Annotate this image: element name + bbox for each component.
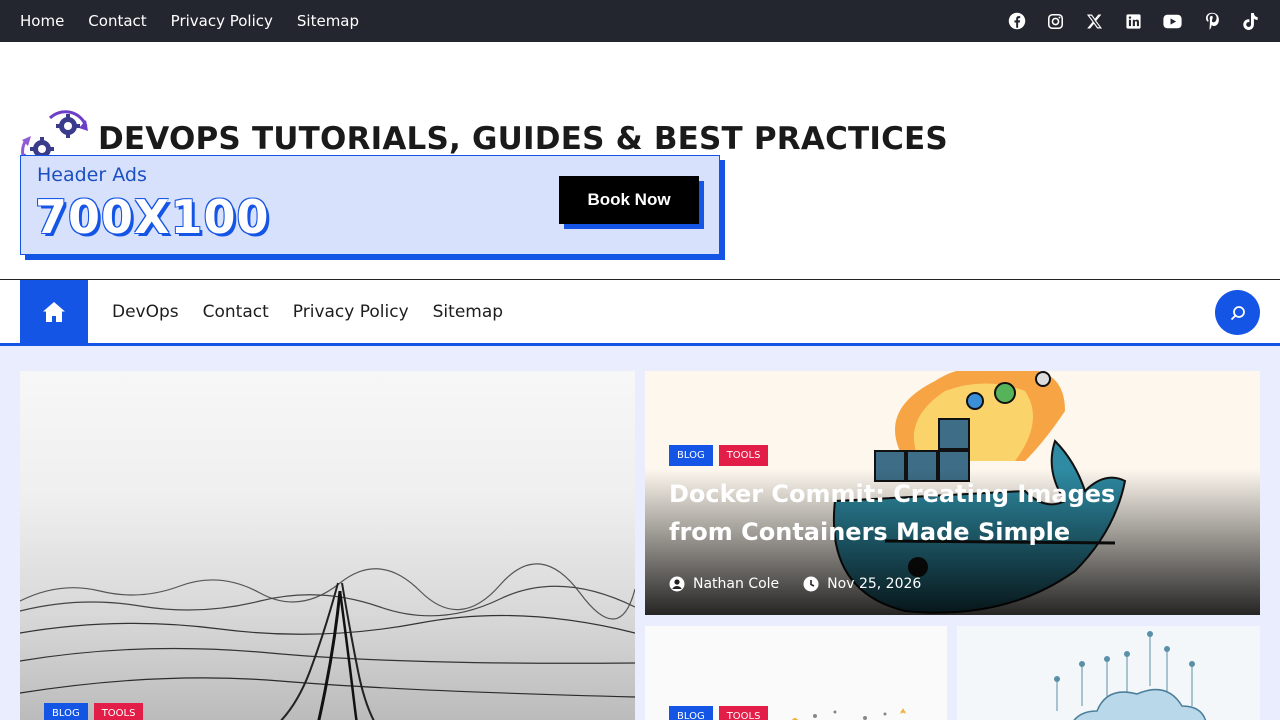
- social-links: [1007, 12, 1260, 31]
- post-author[interactable]: Nathan Cole: [669, 576, 779, 592]
- site-title[interactable]: DEVOPS TUTORIALS, GUIDES & BEST PRACTICE…: [98, 121, 948, 157]
- category-badge-tools[interactable]: TOOLS: [718, 445, 769, 466]
- search-button[interactable]: [1215, 290, 1260, 335]
- tiktok-icon[interactable]: [1241, 12, 1260, 31]
- main-menu: DevOps Contact Privacy Policy Sitemap: [112, 302, 503, 322]
- top-nav-contact[interactable]: Contact: [88, 12, 146, 30]
- post-title[interactable]: Docker Commit: Creating Images from Cont…: [669, 475, 1149, 551]
- top-bar: Home Contact Privacy Policy Sitemap: [0, 0, 1280, 42]
- search-icon: [1230, 305, 1245, 320]
- main-nav-devops[interactable]: DevOps: [112, 302, 179, 322]
- linkedin-icon[interactable]: [1124, 12, 1143, 31]
- clock-icon: [803, 576, 819, 592]
- top-nav-sitemap[interactable]: Sitemap: [297, 12, 359, 30]
- main-nav: DevOps Contact Privacy Policy Sitemap: [0, 279, 1280, 346]
- ad-title: Header Ads: [37, 164, 147, 186]
- post-meta: Nathan Cole Nov 25, 2026: [669, 576, 921, 592]
- featured-post-card[interactable]: BLOG TOOLS: [20, 371, 635, 720]
- facebook-icon[interactable]: [1007, 12, 1026, 31]
- book-now-button[interactable]: Book Now: [559, 176, 699, 224]
- main-nav-contact[interactable]: Contact: [203, 302, 269, 322]
- category-badge-tools[interactable]: TOOLS: [93, 703, 144, 720]
- post-card-docker-commit[interactable]: BLOG TOOLS Docker Commit: Creating Image…: [645, 371, 1260, 615]
- youtube-icon[interactable]: [1163, 12, 1182, 31]
- pinterest-icon[interactable]: [1202, 12, 1221, 31]
- post-categories: BLOG TOOLS: [669, 706, 769, 720]
- featured-post-image: [20, 563, 635, 720]
- author-name[interactable]: Nathan Cole: [693, 576, 779, 592]
- main-nav-privacy-policy[interactable]: Privacy Policy: [293, 302, 409, 322]
- category-badge-blog[interactable]: BLOG: [669, 706, 713, 720]
- featured-posts: BLOG TOOLS BLOG TOOLS Docker Commit: Cre…: [0, 346, 1280, 720]
- top-nav-home[interactable]: Home: [20, 12, 64, 30]
- instagram-icon[interactable]: [1046, 12, 1065, 31]
- main-nav-sitemap[interactable]: Sitemap: [433, 302, 503, 322]
- site-header: DEVOPS TUTORIALS, GUIDES & BEST PRACTICE…: [0, 42, 1280, 279]
- category-badge-blog[interactable]: BLOG: [669, 445, 713, 466]
- category-badge-tools[interactable]: TOOLS: [718, 706, 769, 720]
- post-card-small-1[interactable]: BLOG TOOLS: [645, 626, 947, 720]
- featured-post-categories: BLOG TOOLS: [44, 703, 144, 720]
- ad-size: 700X100: [35, 190, 270, 244]
- category-badge-blog[interactable]: BLOG: [44, 703, 88, 720]
- post-categories: BLOG TOOLS: [669, 445, 769, 466]
- post-date[interactable]: Nov 25, 2026: [803, 576, 921, 592]
- top-nav: Home Contact Privacy Policy Sitemap: [20, 12, 359, 30]
- home-button[interactable]: [20, 279, 88, 344]
- x-icon[interactable]: [1085, 12, 1104, 31]
- header-ad-banner[interactable]: Header Ads 700X100 Book Now: [20, 155, 720, 255]
- post-card-small-2[interactable]: [957, 626, 1260, 720]
- post-date-text[interactable]: Nov 25, 2026: [827, 576, 921, 592]
- cloud-network-image: [1054, 631, 1207, 720]
- user-icon: [669, 576, 685, 592]
- home-icon: [43, 301, 65, 322]
- top-nav-privacy-policy[interactable]: Privacy Policy: [171, 12, 273, 30]
